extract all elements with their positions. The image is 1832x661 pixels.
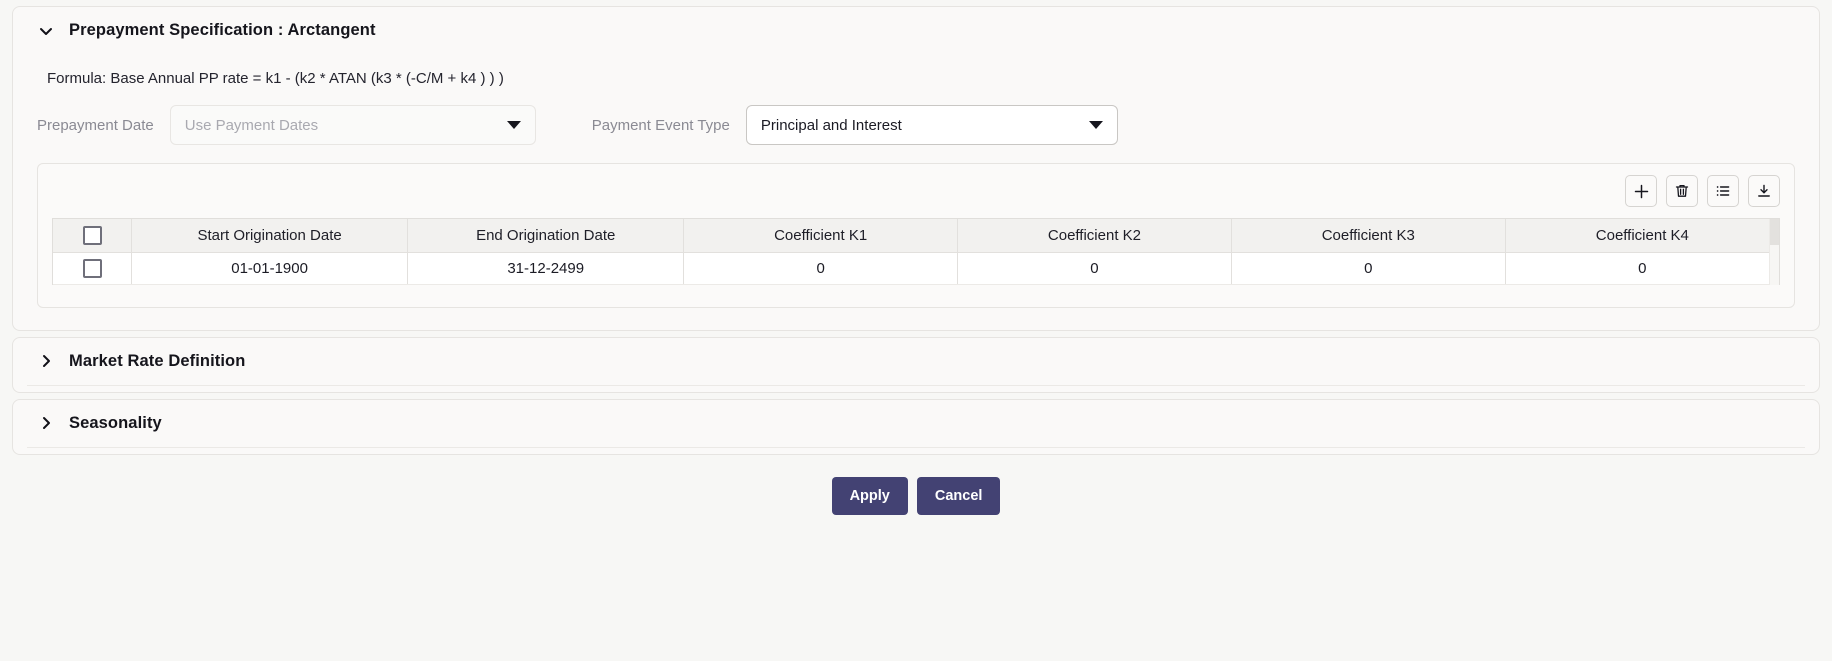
- grid-scrollbar-thumb[interactable]: [1770, 219, 1779, 245]
- coefficients-grid: Start Origination Date End Origination D…: [37, 163, 1795, 308]
- fields-row: Prepayment Date Use Payment Dates Paymen…: [37, 105, 1795, 163]
- prepayment-assumption-page: Prepayment Specification : Arctangent Fo…: [0, 0, 1832, 661]
- prepayment-date-value: Use Payment Dates: [185, 117, 318, 134]
- field-prepayment-date: Prepayment Date Use Payment Dates: [37, 105, 536, 145]
- row-checkbox[interactable]: [83, 259, 102, 278]
- section-title-seasonality: Seasonality: [69, 414, 162, 433]
- cell-start-origination-date[interactable]: 01-01-1900: [132, 252, 408, 284]
- apply-button[interactable]: Apply: [832, 477, 908, 515]
- section-bottom-spacer: [13, 448, 1819, 454]
- list-view-button[interactable]: [1707, 175, 1739, 207]
- payment-event-type-select[interactable]: Principal and Interest: [746, 105, 1118, 145]
- chevron-down-icon[interactable]: [37, 22, 55, 40]
- cell-coefficient-k1[interactable]: 0: [684, 252, 958, 284]
- column-header-coefficient-k1[interactable]: Coefficient K1: [684, 219, 958, 252]
- payment-event-type-label: Payment Event Type: [592, 117, 746, 134]
- footer-actions: Apply Cancel: [0, 477, 1832, 529]
- row-select-cell[interactable]: [53, 252, 132, 284]
- prepayment-date-select[interactable]: Use Payment Dates: [170, 105, 536, 145]
- column-header-coefficient-k4[interactable]: Coefficient K4: [1505, 219, 1779, 252]
- coefficients-table: Start Origination Date End Origination D…: [53, 219, 1779, 285]
- section-title-prepayment-specification: Prepayment Specification : Arctangent: [69, 21, 376, 40]
- column-header-coefficient-k3[interactable]: Coefficient K3: [1231, 219, 1505, 252]
- cell-coefficient-k3[interactable]: 0: [1231, 252, 1505, 284]
- add-row-button[interactable]: [1625, 175, 1657, 207]
- cancel-button[interactable]: Cancel: [917, 477, 1001, 515]
- section-header-seasonality[interactable]: Seasonality: [13, 400, 1819, 447]
- cell-end-origination-date[interactable]: 31-12-2499: [408, 252, 684, 284]
- formula-text: Formula: Base Annual PP rate = k1 - (k2 …: [37, 54, 1795, 105]
- column-header-start-origination-date[interactable]: Start Origination Date: [132, 219, 408, 252]
- table-row: 01-01-1900 31-12-2499 0 0 0 0: [53, 252, 1779, 284]
- delete-row-button[interactable]: [1666, 175, 1698, 207]
- select-all-checkbox[interactable]: [83, 226, 102, 245]
- chevron-down-icon: [1089, 121, 1103, 129]
- prepayment-date-label: Prepayment Date: [37, 117, 170, 134]
- column-header-coefficient-k2[interactable]: Coefficient K2: [958, 219, 1232, 252]
- section-title-market-rate-definition: Market Rate Definition: [69, 352, 245, 371]
- chevron-right-icon[interactable]: [37, 414, 55, 432]
- column-header-end-origination-date[interactable]: End Origination Date: [408, 219, 684, 252]
- section-header-prepayment-specification[interactable]: Prepayment Specification : Arctangent: [13, 7, 1819, 54]
- section-market-rate-definition: Market Rate Definition: [12, 337, 1820, 393]
- section-body-prepayment-specification: Formula: Base Annual PP rate = k1 - (k2 …: [13, 54, 1819, 330]
- grid-vertical-scrollbar[interactable]: [1769, 219, 1779, 285]
- grid-scroll-area: Start Origination Date End Origination D…: [52, 218, 1780, 285]
- cell-coefficient-k4[interactable]: 0: [1505, 252, 1779, 284]
- payment-event-type-value: Principal and Interest: [761, 117, 902, 134]
- field-payment-event-type: Payment Event Type Principal and Interes…: [592, 105, 1118, 145]
- grid-footer-spacer: [38, 285, 1794, 307]
- chevron-down-icon: [507, 121, 521, 129]
- cell-coefficient-k2[interactable]: 0: [958, 252, 1232, 284]
- chevron-right-icon[interactable]: [37, 352, 55, 370]
- download-button[interactable]: [1748, 175, 1780, 207]
- select-all-header[interactable]: [53, 219, 132, 252]
- section-seasonality: Seasonality: [12, 399, 1820, 455]
- section-header-market-rate-definition[interactable]: Market Rate Definition: [13, 338, 1819, 385]
- section-prepayment-specification: Prepayment Specification : Arctangent Fo…: [12, 6, 1820, 331]
- table-header-row: Start Origination Date End Origination D…: [53, 219, 1779, 252]
- grid-toolbar: [38, 164, 1794, 218]
- section-bottom-spacer: [13, 386, 1819, 392]
